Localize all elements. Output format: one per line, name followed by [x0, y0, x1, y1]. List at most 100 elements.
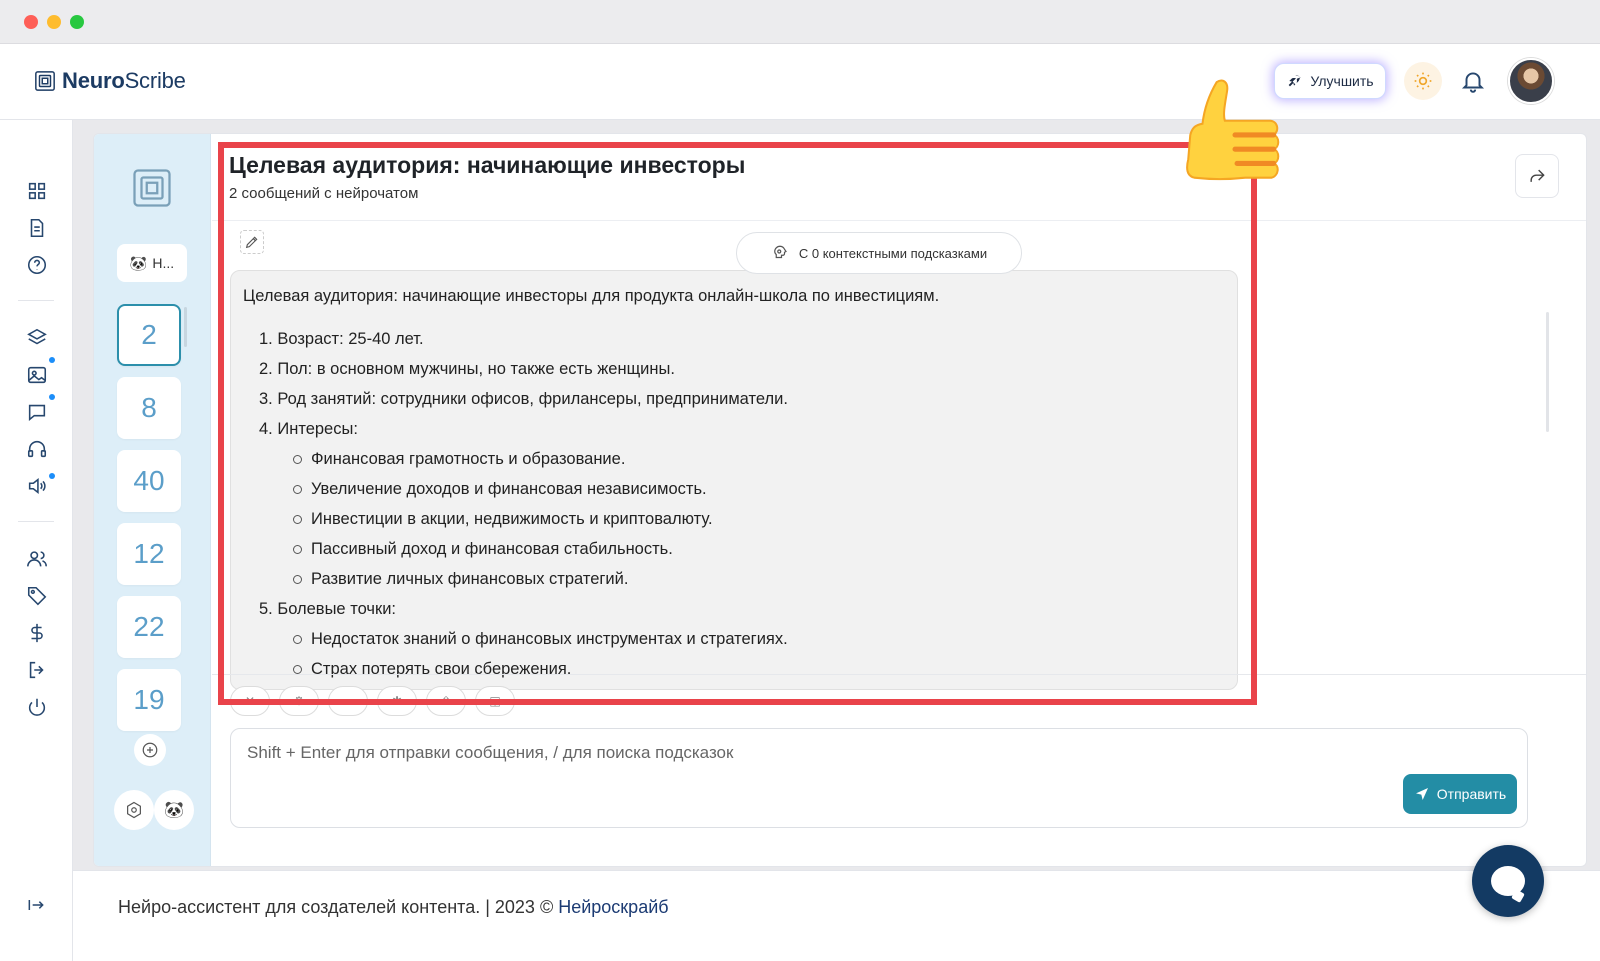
interests-list: Финансовая грамотность и образование. Ув… [259, 444, 1225, 594]
persona-button[interactable]: 🐼 [154, 790, 194, 830]
list-item: 2. Пол: в основном мужчины, но также ест… [259, 360, 675, 378]
chat-list-column: 🐼 Н... 2 8 40 12 22 19 🐼 [94, 134, 211, 866]
list-item: Недостаток знаний о финансовых инструмен… [293, 624, 1225, 654]
composer-divider [212, 674, 1586, 675]
sidebar-separator [18, 300, 54, 301]
chat-icon[interactable] [26, 401, 48, 423]
speaker-icon[interactable] [26, 475, 48, 497]
list-item: 4. Интересы: Финансовая грамотность и об… [259, 414, 1225, 594]
chat-bubble-icon [1491, 866, 1525, 896]
chat-list-item[interactable]: 8 [117, 377, 181, 439]
chat-list-scrollbar[interactable] [184, 307, 187, 347]
pains-list: Недостаток знаний о финансовых инструмен… [259, 624, 1225, 684]
chat-scrollbar[interactable] [1546, 312, 1549, 432]
list-item: Инвестиции в акции, недвижимость и крипт… [293, 504, 1225, 534]
minimize-window-button[interactable] [47, 15, 61, 29]
list-item: 5. Болевые точки: Недостаток знаний о фи… [259, 594, 1225, 684]
power-icon[interactable] [26, 696, 48, 718]
edit-pencil-icon[interactable] [240, 230, 264, 254]
chat-badge [49, 394, 55, 400]
dollar-icon[interactable] [26, 622, 48, 644]
chat-list-item[interactable]: 12 [117, 523, 181, 585]
close-window-button[interactable] [24, 15, 38, 29]
sidebar-separator [18, 521, 54, 522]
help-icon[interactable] [26, 254, 48, 276]
image-icon[interactable] [26, 364, 48, 386]
page-footer: Нейро-ассистент для создателей контента.… [73, 870, 1600, 961]
rocket-icon [1289, 75, 1302, 87]
message-intro: Целевая аудитория: начинающие инвесторы … [243, 287, 940, 305]
chat-list-item[interactable]: 2 [117, 304, 181, 366]
sun-icon [1414, 72, 1432, 90]
send-button[interactable]: Отправить [1403, 774, 1517, 814]
list-item: Развитие личных финансовых стратегий. [293, 564, 1225, 594]
share-button[interactable] [1515, 154, 1559, 198]
window-tool-icon[interactable]: ▭ [328, 686, 368, 716]
chat-header-divider [212, 220, 1586, 221]
hexagon-settings-icon [127, 801, 141, 819]
window-titlebar [0, 0, 1600, 44]
left-sidebar [0, 120, 73, 961]
theme-toggle[interactable] [1404, 62, 1442, 100]
logo-icon [35, 71, 55, 91]
users-icon[interactable] [26, 548, 48, 570]
support-chat-button[interactable] [1472, 845, 1544, 917]
list-item: 3. Род занятий: сотрудники офисов, фрила… [259, 390, 788, 408]
collapse-sidebar-icon[interactable] [26, 895, 46, 915]
speaker-badge [49, 473, 55, 479]
list-item: Увеличение доходов и финансовая независи… [293, 474, 1225, 504]
list-item: Финансовая грамотность и образование. [293, 444, 1225, 474]
panda-icon: 🐼 [129, 254, 148, 271]
close-tool-icon[interactable]: ✕ [230, 686, 270, 716]
plus-circle-icon [142, 742, 158, 758]
list-item: Пассивный доход и финансовая стабильност… [293, 534, 1225, 564]
top-header: NeuroScribe Улучшить [0, 44, 1600, 120]
export-tool-icon[interactable]: ⇪ [426, 686, 466, 716]
panda-icon: 🐼 [164, 802, 184, 819]
message-input[interactable] [247, 743, 1347, 763]
bell-icon[interactable] [1460, 68, 1486, 94]
document-icon[interactable] [26, 217, 48, 239]
send-icon [1415, 788, 1428, 800]
footer-text: Нейро-ассистент для создателей контента.… [118, 897, 669, 917]
send-label: Отправить [1436, 786, 1507, 802]
list-item: Страх потерять свои сбережения. [293, 654, 1225, 684]
chat-list: 2 8 40 12 22 19 [94, 304, 211, 851]
user-avatar[interactable] [1508, 58, 1554, 104]
persona-name: Н... [152, 255, 175, 271]
brand-name: NeuroScribe [62, 68, 186, 93]
thumbs-up-icon [1186, 79, 1280, 181]
tag-icon[interactable] [26, 585, 48, 607]
message-composer: Отправить [230, 728, 1528, 828]
chat-subtitle: 2 сообщений с нейрочатом [229, 185, 419, 202]
chat-list-item[interactable]: 19 [117, 669, 181, 731]
context-hints-pill[interactable]: С 0 контекстными подсказками [736, 232, 1022, 274]
settings-button[interactable] [114, 790, 154, 830]
context-hints-label: С 0 контекстными подсказками [798, 245, 988, 261]
upgrade-button[interactable]: Улучшить [1274, 63, 1386, 99]
maximize-window-button[interactable] [70, 15, 84, 29]
settings-tool-icon[interactable]: ⚙ [279, 686, 319, 716]
chat-list-item[interactable]: 22 [117, 596, 181, 658]
message-toolbar: ✕ ⚙ ▭ ✱ ⇪ ◱ [230, 686, 515, 716]
share-icon [1530, 169, 1545, 182]
brain-icon [774, 245, 787, 259]
neuroscribe-logo-icon [133, 169, 171, 207]
upgrade-label: Улучшить [1310, 73, 1374, 89]
add-chat-button[interactable] [134, 734, 166, 766]
logout-icon[interactable] [26, 659, 48, 681]
persona-selector[interactable]: 🐼 Н... [117, 244, 187, 282]
layers-icon[interactable] [26, 327, 48, 349]
chat-list-item[interactable]: 40 [117, 450, 181, 512]
grid-icon[interactable] [26, 180, 48, 202]
brand-logo[interactable]: NeuroScribe [34, 68, 186, 94]
chat-title: Целевая аудитория: начинающие инвесторы [229, 152, 746, 178]
message-list: 1. Возраст: 25-40 лет. 2. Пол: в основно… [243, 324, 1225, 684]
bug-tool-icon[interactable]: ✱ [377, 686, 417, 716]
assistant-message: Целевая аудитория: начинающие инвесторы … [230, 270, 1238, 690]
frame-tool-icon[interactable]: ◱ [475, 686, 515, 716]
footer-link[interactable]: Нейроскрайб [558, 897, 668, 917]
main-panel: 🐼 Н... 2 8 40 12 22 19 🐼 Целевая аудитор… [93, 133, 1587, 867]
headphones-icon[interactable] [26, 438, 48, 460]
image-badge [49, 357, 55, 363]
